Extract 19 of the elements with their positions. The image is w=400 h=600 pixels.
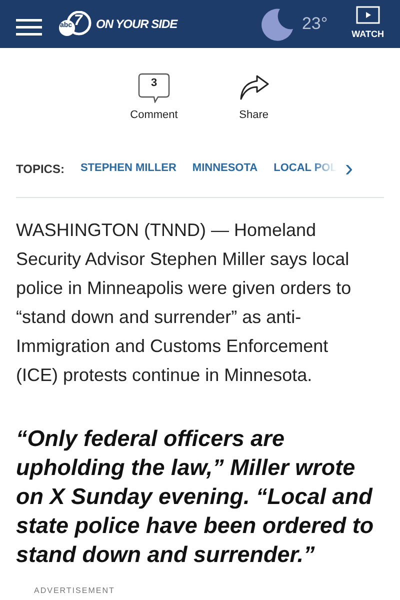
share-button[interactable]: Share [232,72,276,124]
comment-count-icon: 3 [138,73,170,103]
article-link[interactable]: (ICE) protests [16,364,128,384]
moon-icon [260,7,294,41]
logo-tagline[interactable]: ON YOUR SIDE [96,15,178,33]
temperature: 23° [302,13,328,36]
topic-link[interactable]: STEPHEN MILLER [80,160,176,177]
article-link[interactable]: as anti- [242,306,302,326]
pull-quote: “Only federal officers are upholding the law,” Miller wrote on X Sunday evening. “Local and state police have been ordered to stand down and surrender.” [16,424,375,568]
comment-button[interactable]: 3 Comment [124,72,184,124]
topic-link[interactable]: MINNESOTA [192,160,258,177]
watch-button[interactable]: WATCH [352,6,384,42]
advertisement-label: ADVERTISEMENT [34,584,116,596]
article-link[interactable]: Immigration and Customs Enforcement [16,336,328,356]
topic-link[interactable]: LOCAL POL [274,160,337,177]
topics-label: TOPICS: [16,160,64,178]
play-icon [356,6,380,24]
article-paragraph: WASHINGTON (TNND) — Homeland Security Advisor Stephen Miller says local police in Minneapolis were given orders to “stand down and surrender” as anti- Immigration and Customs Enforcement (ICE) protests continue in Minnesota. [16,218,352,387]
next-topics-button[interactable]: › [344,156,353,180]
